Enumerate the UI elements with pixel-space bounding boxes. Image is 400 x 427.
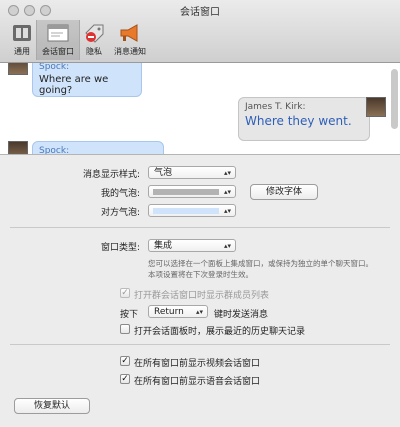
window-title: 会话窗口 (180, 7, 220, 18)
title-toolbar: 会话窗口 通用 会话窗口 隐私 消息通知 (0, 0, 400, 63)
send-key-select[interactable]: Return ▴▾ (148, 305, 208, 318)
window-type-select[interactable]: 集成 ▴▾ (148, 239, 236, 252)
avatar (366, 97, 386, 117)
their-bubble-swatch (153, 208, 219, 214)
video-front-label: 在所有窗口前显示视频会话窗口 (134, 359, 261, 369)
updown-arrows-icon: ▴▾ (223, 188, 231, 196)
tab-notifications-label: 消息通知 (114, 47, 146, 56)
my-bubble-swatch (153, 189, 219, 195)
press-label: 按下 (120, 310, 139, 320)
message-bubble-outgoing: James T. Kirk: Where they went. (238, 97, 370, 141)
bubble-style-select[interactable]: 气泡 ▴▾ (148, 166, 236, 179)
message-sender: Spock: (39, 146, 70, 155)
message-bubble-incoming: Spock: Where are we going? (32, 63, 142, 97)
chat-preview: Spock: Where are we going? James T. Kirk… (0, 63, 400, 155)
megaphone-icon (120, 24, 138, 42)
bubble-style-value: 气泡 (154, 168, 173, 178)
history-checkbox[interactable] (120, 324, 130, 334)
preview-scrollbar[interactable] (391, 69, 398, 129)
updown-arrows-icon: ▴▾ (223, 169, 231, 177)
avatar (8, 141, 28, 154)
voice-front-checkbox[interactable]: ✓ (120, 374, 130, 384)
change-font-button[interactable]: 修改字体 (250, 184, 318, 200)
send-suffix-label: 键时发送消息 (214, 310, 269, 320)
group-members-label: 打开群会话窗口时显示群成员列表 (134, 291, 270, 301)
my-bubble-label: 我的气泡: (100, 189, 140, 199)
their-bubble-label: 对方气泡: (100, 208, 140, 218)
history-label: 打开会话面板时，展示最近的历史聊天记录 (134, 327, 306, 337)
tab-notifications[interactable]: 消息通知 (108, 20, 152, 60)
group-members-checkbox[interactable]: ✓ (120, 288, 130, 298)
message-sender: James T. Kirk: (245, 102, 306, 112)
their-bubble-color-select[interactable]: ▴▾ (148, 204, 236, 217)
message-text: Where they went. (245, 114, 352, 128)
send-key-value: Return (154, 307, 184, 317)
voice-front-label: 在所有窗口前显示语音会话窗口 (134, 377, 261, 387)
switch-icon (13, 25, 31, 41)
updown-arrows-icon: ▴▾ (223, 242, 231, 250)
updown-arrows-icon: ▴▾ (223, 207, 231, 215)
divider (10, 227, 390, 228)
divider (10, 344, 390, 345)
message-bubble-incoming: Spock: (32, 141, 164, 155)
window-type-value: 集成 (154, 241, 173, 251)
chat-window-icon (47, 24, 69, 42)
message-text: Where are we going? (39, 74, 109, 96)
window-type-note: 您可以选择在一个面板上集成窗口，或保持为独立的单个聊天窗口。本项设置将在下次登录… (148, 259, 373, 279)
avatar (8, 63, 28, 75)
privacy-tag-icon (85, 24, 104, 43)
restore-defaults-button[interactable]: 恢复默认 (14, 398, 90, 414)
message-sender: Spock: (39, 63, 70, 72)
window-type-label: 窗口类型: (100, 243, 140, 253)
video-front-checkbox[interactable]: ✓ (120, 356, 130, 366)
bubble-style-label: 消息显示样式: (82, 170, 140, 180)
updown-arrows-icon: ▴▾ (195, 308, 203, 316)
my-bubble-color-select[interactable]: ▴▾ (148, 185, 236, 198)
